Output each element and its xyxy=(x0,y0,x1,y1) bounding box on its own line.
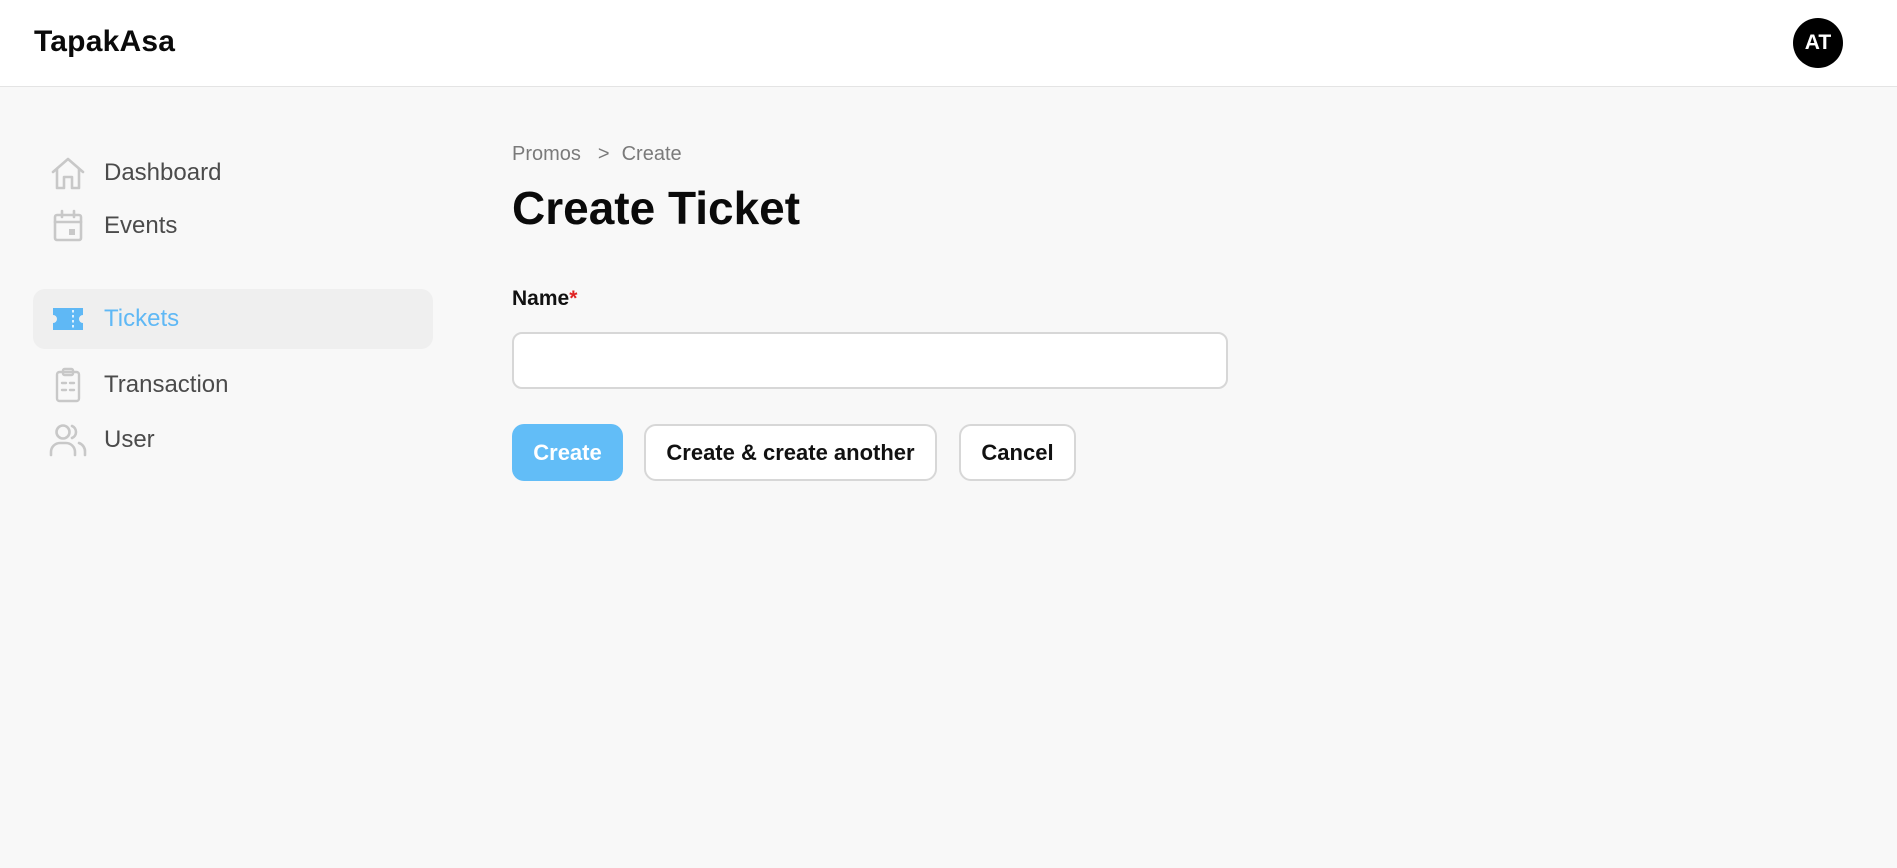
cancel-button[interactable]: Cancel xyxy=(959,424,1076,481)
sidebar-item-transaction[interactable]: Transaction xyxy=(33,358,433,412)
create-and-create-another-button[interactable]: Create & create another xyxy=(644,424,937,481)
sidebar-item-tickets[interactable]: Tickets xyxy=(33,289,433,349)
sidebar-item-events[interactable]: Events xyxy=(33,199,433,253)
create-button[interactable]: Create xyxy=(512,424,623,481)
clipboard-icon xyxy=(48,365,88,405)
required-marker: * xyxy=(569,287,578,310)
breadcrumb-link-promos[interactable]: Promos xyxy=(512,143,581,166)
page-title: Create Ticket xyxy=(512,182,801,234)
name-input[interactable] xyxy=(512,332,1228,389)
sidebar-item-label: Dashboard xyxy=(104,159,222,186)
sidebar: Dashboard Events Tickets Transaction Use… xyxy=(0,87,460,868)
home-icon xyxy=(48,153,88,193)
sidebar-item-label: Events xyxy=(104,212,178,239)
sidebar-item-label: Transaction xyxy=(104,371,229,398)
brand-logo[interactable]: TapakAsa xyxy=(34,25,175,59)
ticket-icon xyxy=(48,299,88,339)
sidebar-item-label: Tickets xyxy=(104,305,180,332)
sidebar-item-user[interactable]: User xyxy=(33,413,433,467)
users-icon xyxy=(48,420,88,460)
sidebar-item-dashboard[interactable]: Dashboard xyxy=(33,146,433,200)
breadcrumb-separator: > xyxy=(597,143,610,165)
calendar-icon xyxy=(48,206,88,246)
user-avatar[interactable]: AT xyxy=(1793,18,1843,68)
name-label-text: Name xyxy=(512,287,570,310)
top-bar: TapakAsa AT xyxy=(0,0,1897,87)
name-field-label: Name* xyxy=(512,287,577,311)
breadcrumb: Promos > Create xyxy=(512,143,682,166)
breadcrumb-current: Create xyxy=(621,143,682,165)
sidebar-item-label: User xyxy=(104,426,155,453)
